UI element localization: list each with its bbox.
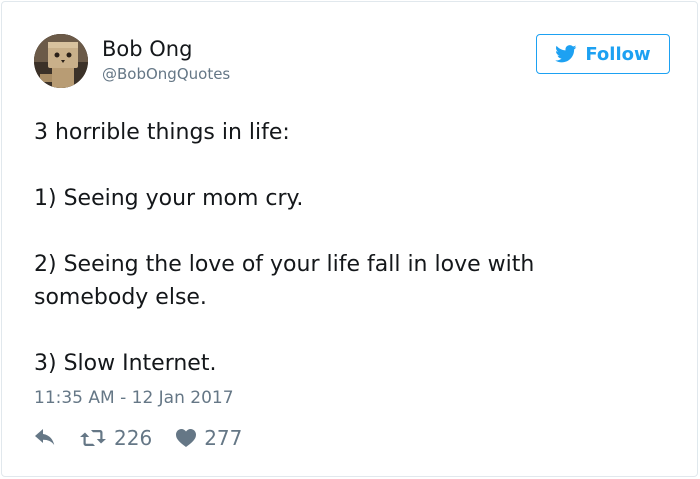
tweet-line: somebody else. — [34, 285, 207, 310]
tweet-line: 1) Seeing your mom cry. — [34, 186, 304, 211]
like-button[interactable]: 277 — [176, 426, 242, 450]
tweet-card: Bob Ong @BobOngQuotes Follow 3 horrible … — [1, 1, 698, 477]
author-avatar[interactable] — [34, 34, 88, 88]
like-count: 277 — [204, 426, 243, 450]
tweet-line: 2) Seeing the love of your life fall in … — [34, 252, 535, 277]
twitter-bird-icon — [555, 45, 577, 63]
retweet-icon — [80, 429, 106, 447]
retweet-count: 226 — [114, 426, 153, 450]
author-handle[interactable]: @BobOngQuotes — [102, 64, 230, 84]
danbo-figure-avatar-icon — [34, 34, 88, 88]
tweet-line: 3) Slow Internet. — [34, 351, 217, 376]
tweet-text: 3 horrible things in life: 1) Seeing you… — [34, 116, 674, 380]
retweet-button[interactable]: 226 — [80, 426, 152, 450]
tweet-line: 3 horrible things in life: — [34, 120, 290, 145]
follow-button[interactable]: Follow — [536, 34, 670, 74]
reply-icon — [34, 429, 56, 447]
heart-icon — [176, 429, 197, 447]
author-name[interactable]: Bob Ong — [102, 36, 192, 62]
tweet-actions: 226 277 — [34, 424, 242, 452]
tweet-timestamp[interactable]: 11:35 AM - 12 Jan 2017 — [34, 387, 234, 409]
follow-label: Follow — [585, 43, 651, 65]
reply-button[interactable] — [34, 429, 56, 447]
